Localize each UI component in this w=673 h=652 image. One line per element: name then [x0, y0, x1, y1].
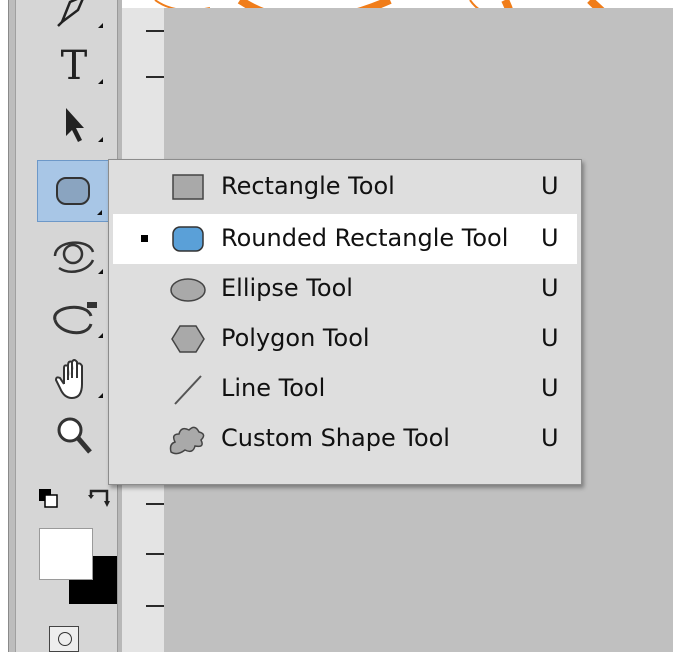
rounded-rectangle-icon [56, 177, 90, 205]
quick-mask-button[interactable] [49, 626, 79, 652]
menu-item-ellipse-tool[interactable]: Ellipse Tool U [113, 264, 577, 314]
type-t-icon: T [60, 43, 88, 89]
ellipse-icon [170, 278, 206, 302]
selected-bullet-icon [141, 235, 148, 242]
menu-item-shortcut: U [541, 172, 559, 200]
pen-tool-button[interactable] [39, 0, 109, 34]
pen-icon [57, 0, 84, 27]
menu-item-rectangle-tool[interactable]: Rectangle Tool U [113, 162, 577, 212]
ruler-tick [146, 503, 164, 505]
magnifier-icon [57, 417, 92, 454]
menu-item-shortcut: U [541, 274, 559, 302]
menu-item-line-tool[interactable]: Line Tool U [113, 364, 577, 414]
menu-item-shortcut: U [541, 224, 559, 252]
menu-item-label: Rounded Rectangle Tool [221, 224, 509, 252]
ruler-tick [146, 30, 164, 32]
3d-rotate-icon [53, 241, 95, 273]
menu-item-custom-shape-tool[interactable]: Custom Shape Tool U [113, 414, 577, 464]
path-selection-tool-button[interactable] [39, 100, 109, 148]
menu-item-label: Polygon Tool [221, 324, 370, 352]
shape-tool-button[interactable] [37, 160, 109, 222]
menu-item-label: Rectangle Tool [221, 172, 395, 200]
type-tool-button[interactable]: T [39, 42, 109, 90]
custom-shape-icon [169, 426, 205, 455]
menu-item-label: Custom Shape Tool [221, 424, 450, 452]
ruler-tick [146, 76, 164, 78]
hand-tool-button[interactable] [39, 356, 109, 404]
3d-orbit-icon [53, 302, 97, 335]
hand-icon [54, 359, 83, 400]
arrow-select-icon [66, 108, 84, 142]
3d-orbit-tool-button[interactable] [39, 296, 109, 344]
3d-rotate-tool-button[interactable] [39, 232, 109, 280]
menu-item-polygon-tool[interactable]: Polygon Tool U [113, 314, 577, 364]
tools-panel: T [8, 0, 122, 652]
polygon-icon [171, 325, 205, 353]
foreground-color-swatch[interactable] [39, 528, 93, 580]
menu-item-label: Ellipse Tool [221, 274, 353, 302]
ruler-tick [146, 553, 164, 555]
swap-colors-icon[interactable] [87, 487, 113, 513]
shape-tools-flyout-menu: Rectangle Tool U Rounded Rectangle Tool … [108, 159, 582, 485]
line-icon [174, 375, 202, 405]
menu-item-shortcut: U [541, 424, 559, 452]
rounded-rectangle-icon [172, 226, 204, 252]
color-swatches [39, 528, 119, 608]
menu-item-label: Line Tool [221, 374, 326, 402]
menu-item-shortcut: U [541, 324, 559, 352]
ruler-tick [146, 605, 164, 607]
zoom-tool-button[interactable] [39, 412, 109, 460]
menu-item-rounded-rectangle-tool[interactable]: Rounded Rectangle Tool U [113, 214, 577, 264]
rectangle-icon [172, 174, 204, 200]
menu-item-shortcut: U [541, 374, 559, 402]
default-colors-icon[interactable] [39, 487, 79, 517]
